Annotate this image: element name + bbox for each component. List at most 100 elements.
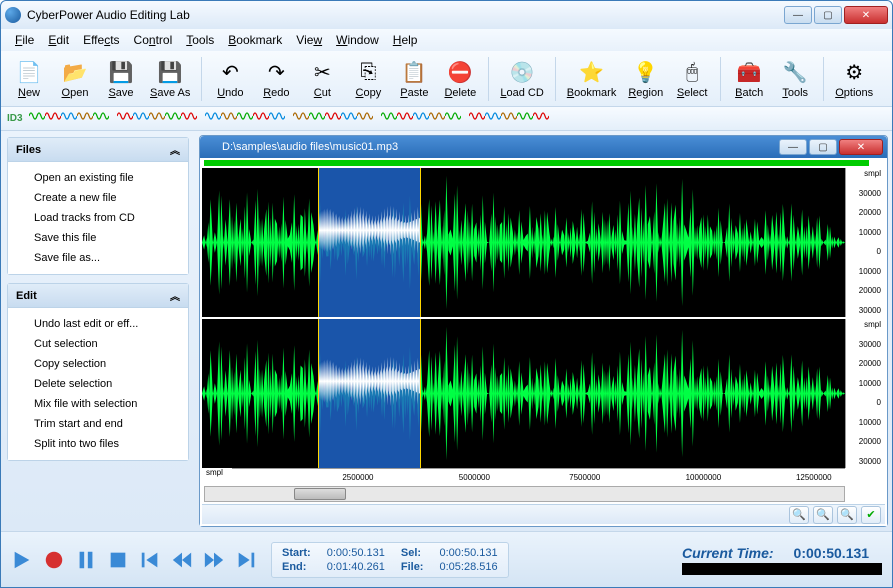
effect-icon-29[interactable]	[533, 109, 549, 123]
zoom-fit-button[interactable]: 🔍	[837, 506, 857, 524]
trim-start-end[interactable]: Trim start and end	[12, 414, 184, 434]
effect-icon-5[interactable]	[117, 109, 133, 123]
goto-end-button[interactable]	[235, 549, 257, 571]
effect-icon-21[interactable]	[397, 109, 413, 123]
effect-icon-6[interactable]	[133, 109, 149, 123]
effect-icon-1[interactable]	[45, 109, 61, 123]
pause-button[interactable]	[75, 549, 97, 571]
horizontal-scrollbar[interactable]	[204, 486, 845, 502]
save-file-as[interactable]: Save file as...	[12, 248, 184, 268]
effect-icon-15[interactable]	[293, 109, 309, 123]
edit-panel-header[interactable]: Edit︽	[8, 284, 188, 308]
goto-start-button[interactable]	[139, 549, 161, 571]
effect-icon-18[interactable]	[341, 109, 357, 123]
effect-icon-26[interactable]	[485, 109, 501, 123]
record-button[interactable]	[43, 549, 65, 571]
open-existing-file[interactable]: Open an existing file	[12, 168, 184, 188]
bookmark-button[interactable]: ⭐Bookmark	[562, 54, 622, 104]
effect-icon-11[interactable]	[221, 109, 237, 123]
selection-region[interactable]	[318, 168, 421, 317]
cut-button[interactable]: ✂Cut	[300, 54, 344, 104]
open-button[interactable]: 📂Open	[53, 54, 97, 104]
forward-button[interactable]	[203, 549, 225, 571]
waveform-left[interactable]	[202, 168, 845, 317]
effect-icon-8[interactable]	[165, 109, 181, 123]
doc-maximize-button[interactable]: ▢	[809, 139, 837, 155]
effect-icon-19[interactable]	[357, 109, 373, 123]
maximize-button[interactable]: ▢	[814, 6, 842, 24]
save-button[interactable]: 💾Save	[99, 54, 143, 104]
split-two-files[interactable]: Split into two files	[12, 434, 184, 454]
menu-edit[interactable]: Edit	[42, 31, 75, 49]
menu-tools[interactable]: Tools	[180, 31, 220, 49]
time-scale[interactable]: 2500000500000075000001000000012500000	[232, 468, 845, 484]
undo-button[interactable]: ↶Undo	[208, 54, 252, 104]
zoom-out-button[interactable]: 🔍	[813, 506, 833, 524]
region-button[interactable]: 💡Region	[623, 54, 668, 104]
close-button[interactable]: ✕	[844, 6, 888, 24]
load-tracks-cd[interactable]: Load tracks from CD	[12, 208, 184, 228]
menu-control[interactable]: Control	[128, 31, 179, 49]
batch-button[interactable]: 🧰Batch	[727, 54, 771, 104]
cut-selection[interactable]: Cut selection	[12, 334, 184, 354]
delete-selection[interactable]: Delete selection	[12, 374, 184, 394]
create-new-file[interactable]: Create a new file	[12, 188, 184, 208]
redo-button[interactable]: ↷Redo	[254, 54, 298, 104]
new-button[interactable]: 📄New	[7, 54, 51, 104]
select-button[interactable]: 🖱Select	[670, 54, 714, 104]
effect-icon-7[interactable]	[149, 109, 165, 123]
minimize-button[interactable]: —	[784, 6, 812, 24]
loadcd-button[interactable]: 💿Load CD	[495, 54, 548, 104]
menu-help[interactable]: Help	[387, 31, 424, 49]
doc-close-button[interactable]: ✕	[839, 139, 883, 155]
play-button[interactable]	[11, 549, 33, 571]
effect-icon-24[interactable]	[445, 109, 461, 123]
menu-view[interactable]: View	[290, 31, 328, 49]
effect-icon-23[interactable]	[429, 109, 445, 123]
stop-button[interactable]	[107, 549, 129, 571]
menu-effects[interactable]: Effects	[77, 31, 125, 49]
zoom-check-button[interactable]: ✔	[861, 506, 881, 524]
saveas-button[interactable]: 💾Save As	[145, 54, 195, 104]
effect-icon-16[interactable]	[309, 109, 325, 123]
effect-icon-0[interactable]	[29, 109, 45, 123]
open-folder-icon: 📂	[61, 59, 89, 87]
effect-icon-2[interactable]	[61, 109, 77, 123]
menu-window[interactable]: Window	[330, 31, 385, 49]
effect-icon-27[interactable]	[501, 109, 517, 123]
selection-region[interactable]	[318, 319, 421, 468]
copy-selection[interactable]: Copy selection	[12, 354, 184, 374]
copy-button[interactable]: ⎘Copy	[346, 54, 390, 104]
tools-button[interactable]: 🔧Tools	[773, 54, 817, 104]
menu-bookmark[interactable]: Bookmark	[222, 31, 288, 49]
options-button[interactable]: ⚙Options	[830, 54, 878, 104]
rewind-button[interactable]	[171, 549, 193, 571]
effect-icon-25[interactable]	[469, 109, 485, 123]
delete-button[interactable]: ⛔Delete	[438, 54, 482, 104]
effect-icon-17[interactable]	[325, 109, 341, 123]
files-panel-header[interactable]: Files︽	[8, 138, 188, 162]
effect-icon-9[interactable]	[181, 109, 197, 123]
effect-icon-28[interactable]	[517, 109, 533, 123]
paste-button[interactable]: 📋Paste	[392, 54, 436, 104]
delete-button-label: Delete	[444, 87, 476, 99]
effect-icon-20[interactable]	[381, 109, 397, 123]
scrollbar-thumb[interactable]	[294, 488, 345, 500]
undo-icon: ↶	[216, 59, 244, 87]
effect-icon-14[interactable]	[269, 109, 285, 123]
effect-icon-13[interactable]	[253, 109, 269, 123]
effect-icon-22[interactable]	[413, 109, 429, 123]
menu-file[interactable]: File	[9, 31, 40, 49]
overview-bar[interactable]	[204, 160, 869, 166]
effect-icon-12[interactable]	[237, 109, 253, 123]
id3-button[interactable]: ID3	[7, 113, 23, 124]
waveform-right[interactable]	[202, 319, 845, 468]
undo-last-edit[interactable]: Undo last edit or eff...	[12, 314, 184, 334]
mix-file-selection[interactable]: Mix file with selection	[12, 394, 184, 414]
effect-icon-3[interactable]	[77, 109, 93, 123]
effect-icon-4[interactable]	[93, 109, 109, 123]
effect-icon-10[interactable]	[205, 109, 221, 123]
doc-minimize-button[interactable]: —	[779, 139, 807, 155]
save-this-file[interactable]: Save this file	[12, 228, 184, 248]
zoom-in-button[interactable]: 🔍	[789, 506, 809, 524]
